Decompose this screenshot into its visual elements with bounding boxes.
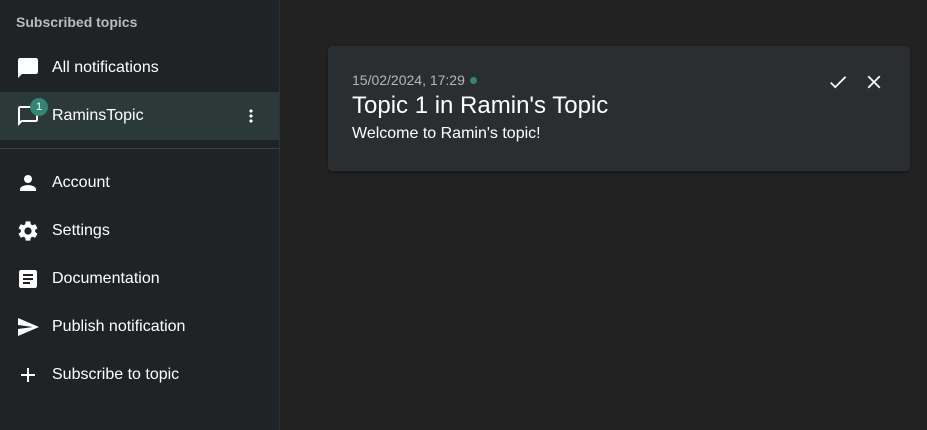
topic-label: All notifications xyxy=(52,59,159,76)
main-content: 15/02/2024, 17:29 Topic 1 in Ramin's Top… xyxy=(280,0,927,430)
nav-label: Publish notification xyxy=(52,318,186,335)
gear-icon xyxy=(16,219,40,243)
nav-item-publish-notification[interactable]: Publish notification xyxy=(0,303,279,351)
plus-icon xyxy=(16,363,40,387)
sidebar-divider xyxy=(0,148,279,149)
chat-outline-icon: 1 xyxy=(16,98,48,128)
nav-item-documentation[interactable]: Documentation xyxy=(0,255,279,303)
check-icon xyxy=(830,76,847,89)
sidebar: Subscribed topics All notifications 1 Ra… xyxy=(0,0,280,430)
more-vert-icon[interactable] xyxy=(239,104,263,128)
nav-item-settings[interactable]: Settings xyxy=(0,207,279,255)
notification-title: Topic 1 in Ramin's Topic xyxy=(352,92,609,119)
chat-icon xyxy=(16,56,40,80)
close-icon xyxy=(867,75,881,89)
notification-message: Welcome to Ramin's topic! xyxy=(352,125,541,142)
nav-label: Documentation xyxy=(52,270,160,287)
mark-read-button[interactable] xyxy=(826,70,850,94)
unread-badge: 1 xyxy=(30,98,48,116)
nav-item-subscribe-to-topic[interactable]: Subscribe to topic xyxy=(0,351,279,399)
topic-label: RaminsTopic xyxy=(52,107,144,124)
app: Subscribed topics All notifications 1 Ra… xyxy=(0,0,927,430)
nav-item-account[interactable]: Account xyxy=(0,159,279,207)
nav-label: Settings xyxy=(52,222,110,239)
topic-item-raminstopic[interactable]: 1 RaminsTopic xyxy=(0,92,279,140)
person-icon xyxy=(16,171,40,195)
unread-dot-icon xyxy=(469,77,477,84)
delete-button[interactable] xyxy=(862,70,886,94)
nav-label: Subscribe to topic xyxy=(52,366,180,383)
send-icon xyxy=(16,315,40,339)
article-icon xyxy=(16,267,40,291)
section-title: Subscribed topics xyxy=(16,14,138,30)
notification-meta: 15/02/2024, 17:29 xyxy=(352,72,477,88)
notification-timestamp: 15/02/2024, 17:29 xyxy=(352,72,465,88)
topic-item-all-notifications[interactable]: All notifications xyxy=(0,44,279,92)
nav-label: Account xyxy=(52,174,110,191)
notification-card: 15/02/2024, 17:29 Topic 1 in Ramin's Top… xyxy=(328,46,910,171)
notification-actions xyxy=(826,70,886,94)
